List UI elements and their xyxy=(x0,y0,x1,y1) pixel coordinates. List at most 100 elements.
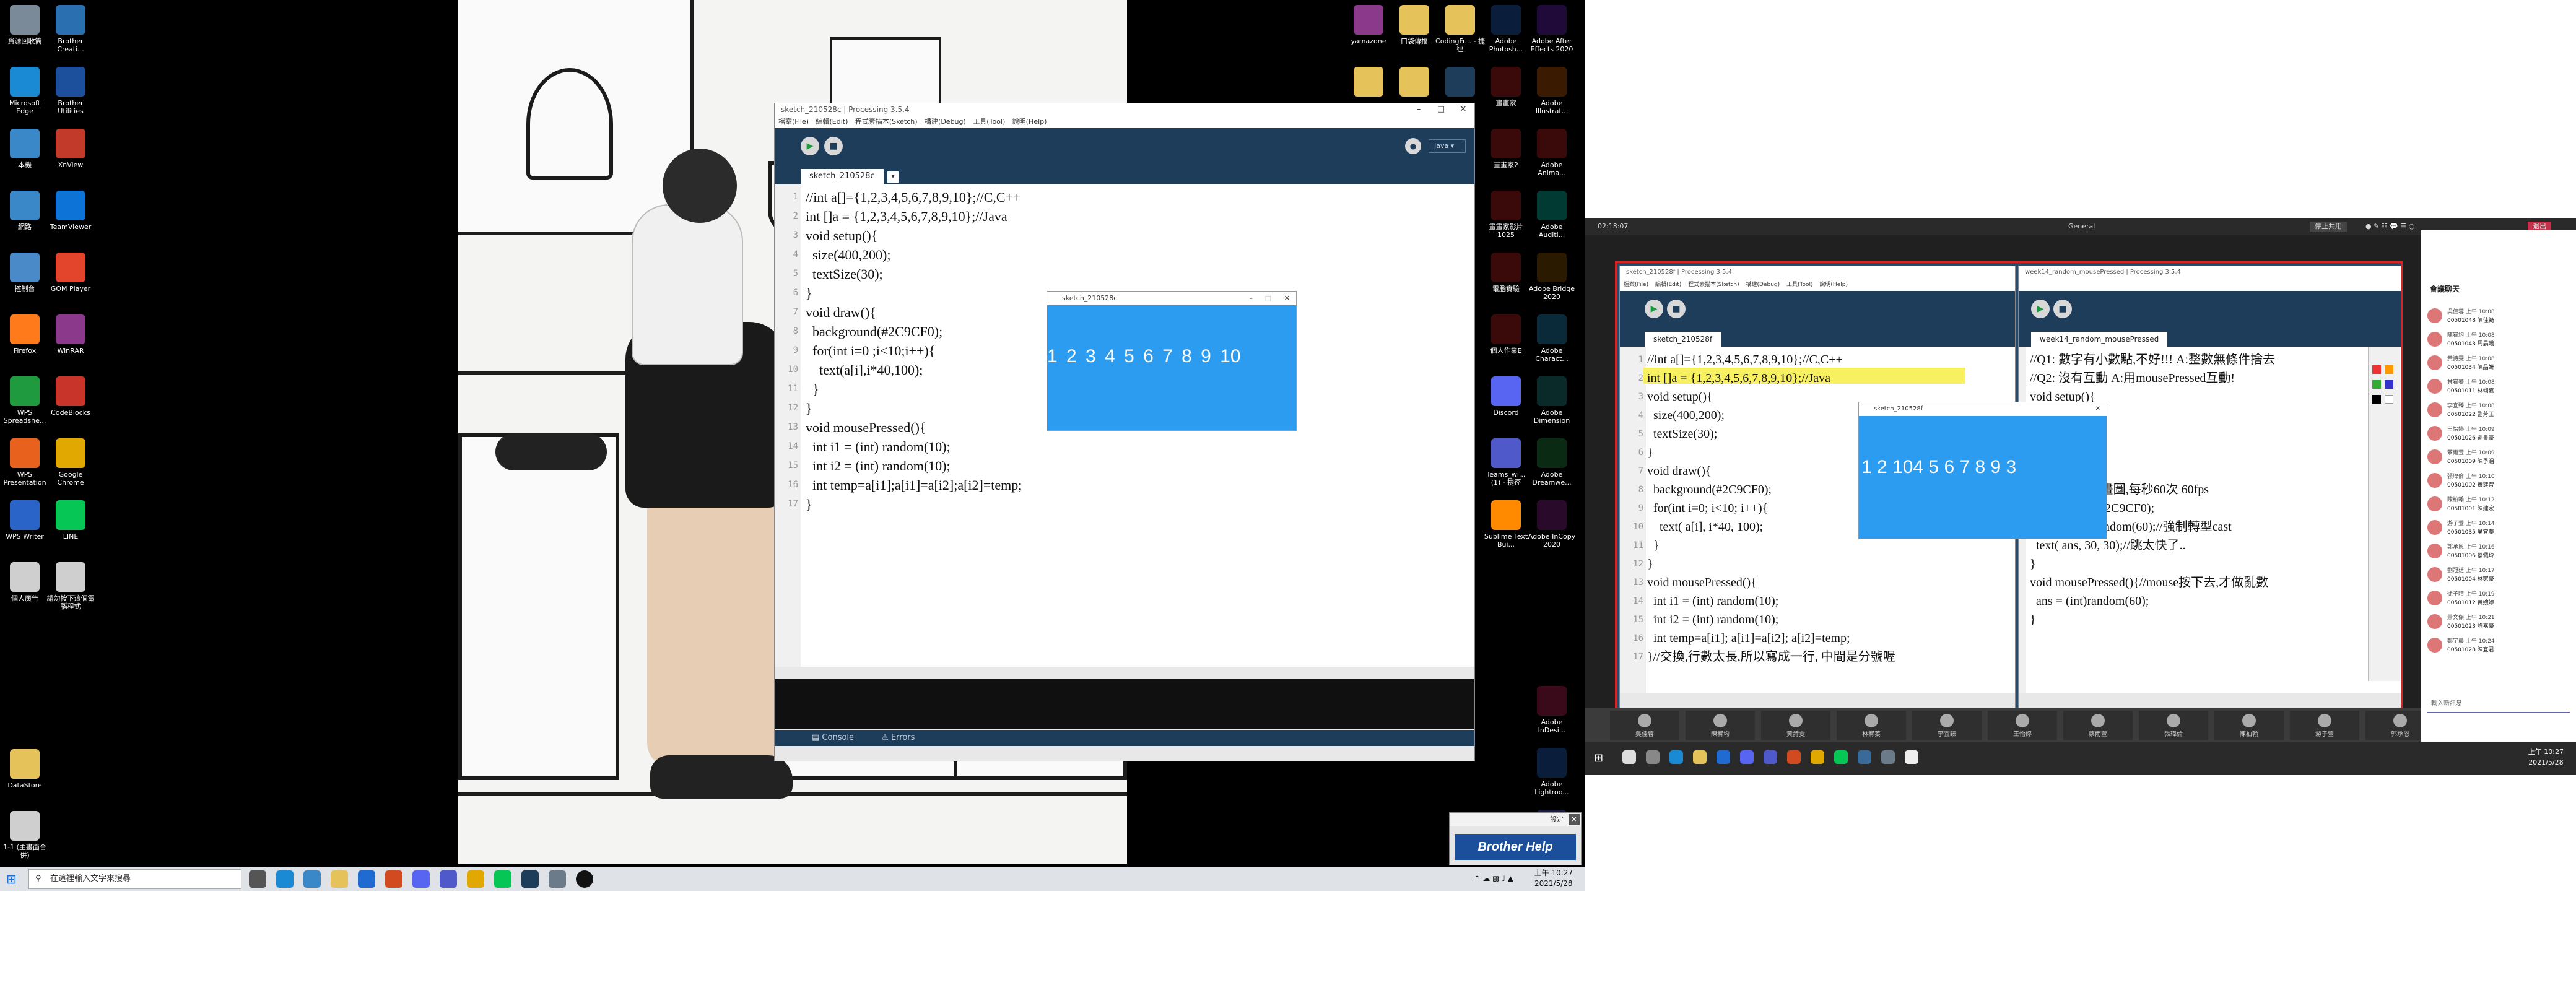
discord-icon[interactable] xyxy=(412,870,430,888)
desktop_icons-desktop-icon[interactable]: WPS Presentation xyxy=(0,438,50,487)
tab-menu-icon[interactable]: ▾ xyxy=(887,171,899,183)
desktop-icon-label: 畫畫家 xyxy=(1495,99,1516,107)
right_icons-desktop-icon[interactable] xyxy=(1435,67,1485,99)
task-view-icon[interactable] xyxy=(249,870,266,888)
desktop_icons-desktop-icon[interactable]: 控制台 xyxy=(0,253,50,293)
menu-tool[interactable]: 工具(Tool) xyxy=(973,118,1005,126)
windows-start-icon[interactable]: ⊞ xyxy=(6,873,19,885)
right_icons-desktop-icon[interactable]: yamazone xyxy=(1344,5,1393,45)
right_icons-desktop-icon[interactable]: Adobe Anima... xyxy=(1527,129,1577,177)
sketch-titlebar[interactable]: sketch_210528c – □ ✕ xyxy=(1047,292,1296,305)
windows-start-icon: ⊞ xyxy=(1594,752,1604,765)
store-icon[interactable] xyxy=(358,870,375,888)
right_icons-desktop-icon[interactable]: Adobe After Effects 2020 xyxy=(1527,5,1577,53)
right_icons-desktop-icon[interactable]: Adobe Dimension xyxy=(1527,376,1577,425)
close-icon[interactable]: ✕ xyxy=(1284,292,1290,305)
right_icons-desktop-icon[interactable]: Teams_wi... (1) - 捷徑 xyxy=(1481,438,1531,487)
taskbar-clock[interactable]: 上午 10:27 2021/5/28 xyxy=(1534,868,1573,889)
desktop_icons-desktop-icon[interactable]: Google Chrome xyxy=(46,438,95,487)
right_icons-desktop-icon[interactable]: 畫畫家 xyxy=(1481,67,1531,107)
desktop_icons-desktop-icon[interactable]: TeamViewer xyxy=(46,191,95,231)
desktop_icons-desktop-icon[interactable]: LINE xyxy=(46,500,95,540)
brother-help-widget[interactable]: 設定 ✕ Brother Help xyxy=(1449,812,1582,865)
desktop_icons-desktop-icon[interactable]: 網路 xyxy=(0,191,50,231)
right_icons-desktop-icon[interactable]: 電腦實驗 xyxy=(1481,253,1531,293)
right_icons-desktop-icon[interactable]: 畫畫家影片 1025 xyxy=(1481,191,1531,239)
brother-help-button[interactable]: Brother Help xyxy=(1455,834,1576,860)
right_icons-desktop-icon[interactable] xyxy=(1390,67,1439,99)
minimize-icon[interactable]: – xyxy=(1408,103,1430,116)
office-icon[interactable] xyxy=(385,870,402,888)
desktop_icons-desktop-icon[interactable]: WPS Spreadshe... xyxy=(0,376,50,425)
settings-icon[interactable] xyxy=(303,870,321,888)
desktop_icons-desktop-icon[interactable]: 本機 xyxy=(0,129,50,169)
desktop_icons-desktop-icon[interactable]: CodeBlocks xyxy=(46,376,95,417)
desktop_icons-desktop-icon[interactable]: 請勿按下這個電腦程式 xyxy=(46,562,95,610)
right_icons-desktop-icon[interactable]: Adobe Bridge 2020 xyxy=(1527,253,1577,301)
debug-button[interactable]: ● xyxy=(1405,138,1421,154)
right_icons-desktop-icon[interactable]: Adobe Auditi... xyxy=(1527,191,1577,239)
right_icons-desktop-icon[interactable]: Adobe InDesi... xyxy=(1527,686,1577,734)
desktop_icons-desktop-icon[interactable]: Microsoft Edge xyxy=(0,67,50,115)
tray-icons[interactable]: ⌃ ☁ ▩ ♩ ▲ xyxy=(1474,874,1513,883)
line-icon[interactable] xyxy=(494,870,511,888)
desktop_icons-desktop-icon[interactable]: Brother Creati... xyxy=(46,5,95,53)
stop-button[interactable]: ■ xyxy=(824,137,843,155)
menu-help[interactable]: 說明(Help) xyxy=(1012,118,1047,126)
file-explorer-icon[interactable] xyxy=(331,870,348,888)
desktop_icons-desktop-icon[interactable]: XnView xyxy=(46,129,95,169)
desktop_icons-desktop-icon[interactable]: Firefox xyxy=(0,314,50,355)
desktop-icon-label: XnView xyxy=(58,161,84,169)
tab-sketch[interactable]: sketch_210528c xyxy=(801,169,884,184)
desktop_icons-desktop-icon[interactable]: Brother Utilities xyxy=(46,67,95,115)
errors-tab[interactable]: ⚠ Errors xyxy=(881,733,915,742)
right_icons-desktop-icon[interactable]: CodingFr... - 捷徑 xyxy=(1435,5,1485,53)
console-tab[interactable]: ▤ Console xyxy=(812,733,854,742)
desktop_icons-desktop-icon[interactable]: 資源回收筒 xyxy=(0,5,50,45)
desktop_icons-desktop-icon[interactable]: 個人廣告 xyxy=(0,562,50,602)
right_icons-desktop-icon[interactable]: Adobe Lightroo... xyxy=(1527,748,1577,796)
chat-input[interactable]: 輸入新訊息 xyxy=(2427,695,2570,713)
desktop_icons-desktop-icon[interactable]: 1-1 (主畫面合併) xyxy=(0,811,50,859)
right_icons-desktop-icon[interactable]: Adobe Photosh... xyxy=(1481,5,1531,53)
sublime-icon[interactable] xyxy=(549,870,566,888)
right_icons-desktop-icon[interactable]: Adobe InCopy 2020 xyxy=(1527,500,1577,549)
desktop_icons-desktop-icon[interactable]: WPS Writer xyxy=(0,500,50,540)
right_icons-desktop-icon[interactable]: 口袋傳播 xyxy=(1390,5,1439,45)
taskbar-search[interactable]: ⚲ 在這裡輸入文字來搜尋 xyxy=(28,869,242,889)
menu-debug[interactable]: 構建(Debug) xyxy=(925,118,966,126)
desktop_icons-desktop-icon[interactable]: WinRAR xyxy=(46,314,95,355)
menu-file[interactable]: 檔案(File) xyxy=(778,118,809,126)
teams-icon[interactable] xyxy=(440,870,457,888)
sketch-output-window[interactable]: sketch_210528c – □ ✕ 1 2 3 4 5 6 7 8 9 1… xyxy=(1046,291,1297,431)
edge-icon[interactable] xyxy=(276,870,294,888)
menu-edit[interactable]: 編輯(Edit) xyxy=(816,118,848,126)
horizontal-scrollbar[interactable] xyxy=(775,667,1474,679)
right_icons-desktop-icon[interactable]: 個人作業E xyxy=(1481,314,1531,355)
sketch-canvas[interactable]: 1 2 3 4 5 6 7 8 9 10 xyxy=(1047,305,1296,430)
run-button[interactable]: ▶ xyxy=(801,137,819,155)
media-player-icon[interactable] xyxy=(576,870,593,888)
right_icons-desktop-icon[interactable]: 畫畫家2 xyxy=(1481,129,1531,169)
processing-window[interactable]: sketch_210528c | Processing 3.5.4 – □ ✕ … xyxy=(774,103,1475,761)
stop-sharing-button[interactable]: 停止共用 xyxy=(2310,222,2347,232)
right_icons-desktop-icon[interactable] xyxy=(1344,67,1393,99)
desktop_icons-desktop-icon[interactable]: DataStore xyxy=(0,749,50,789)
minimize-icon[interactable]: – xyxy=(1250,292,1253,305)
close-icon[interactable]: ✕ xyxy=(1452,103,1474,116)
processing-icon[interactable] xyxy=(521,870,539,888)
right_icons-desktop-icon[interactable]: Adobe Dreamwe... xyxy=(1527,438,1577,487)
right_icons-desktop-icon[interactable]: Adobe Charact... xyxy=(1527,314,1577,363)
right_icons-desktop-icon[interactable]: Discord xyxy=(1481,376,1531,417)
settings-label[interactable]: 設定 xyxy=(1550,815,1564,823)
processing-titlebar[interactable]: sketch_210528c | Processing 3.5.4 – □ ✕ xyxy=(775,103,1474,116)
right_icons-desktop-icon[interactable]: Adobe Illustrat... xyxy=(1527,67,1577,115)
chrome-icon[interactable] xyxy=(467,870,484,888)
mode-selector[interactable]: Java ▾ xyxy=(1429,139,1466,153)
menu-sketch[interactable]: 程式素描本(Sketch) xyxy=(855,118,918,126)
right_icons-desktop-icon[interactable]: Sublime Text Bui... xyxy=(1481,500,1531,549)
close-icon[interactable]: ✕ xyxy=(1569,814,1580,825)
meeting-controls-icons[interactable]: ● ✎ ☷ 💬 ☰ ○ xyxy=(2365,218,2414,235)
desktop_icons-desktop-icon[interactable]: GOM Player xyxy=(46,253,95,293)
maximize-icon[interactable]: □ xyxy=(1430,103,1452,116)
